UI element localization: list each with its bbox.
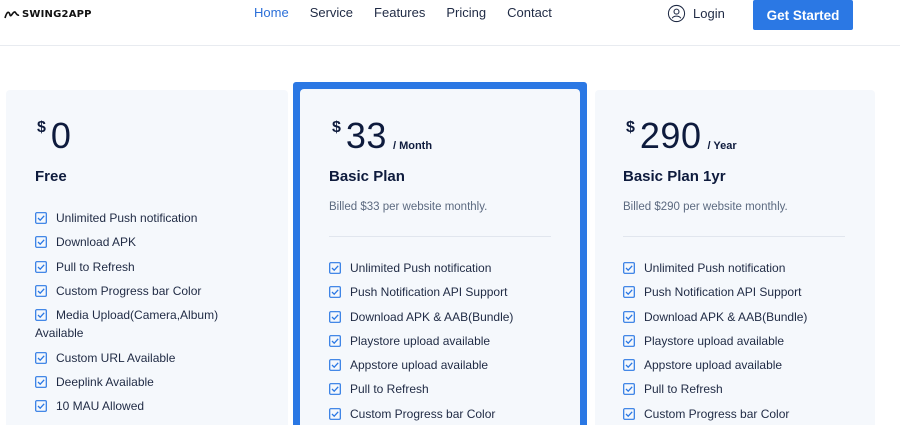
- list-item: Unlimited Push notification: [35, 209, 275, 233]
- list-item: Unlimited Push notification: [623, 259, 863, 283]
- logo-swing-icon: [4, 11, 20, 19]
- list-item: Download APK & AAB(Bundle): [623, 308, 863, 332]
- list-item: Appstore upload available: [329, 356, 569, 380]
- list-item: Appstore upload available: [623, 356, 863, 380]
- list-item: Download APK: [35, 233, 275, 257]
- list-item: Pull to Refresh: [35, 258, 275, 282]
- plan-name-free: Free: [35, 168, 67, 185]
- checkbox-checked-icon: [623, 334, 635, 347]
- price-amount: 0: [50, 115, 72, 156]
- billed-note-basic-1yr: Billed $290 per website monthly.: [623, 201, 788, 213]
- list-item: Media Upload(Camera,Album) Available: [35, 308, 219, 341]
- get-started-button[interactable]: Get Started: [753, 0, 853, 30]
- user-icon: [667, 4, 686, 23]
- list-item: Custom Progress bar Color: [329, 405, 569, 425]
- list-item: Push Notification API Support: [623, 283, 863, 307]
- login-link[interactable]: Login: [667, 4, 725, 23]
- plan-name-basic: Basic Plan: [329, 168, 405, 185]
- list-item: Unlimited Push notification: [329, 259, 569, 283]
- nav-link-home[interactable]: Home: [254, 5, 289, 20]
- divider: [329, 236, 551, 237]
- price-period: / Year: [707, 140, 737, 152]
- nav-link-pricing[interactable]: Pricing: [446, 5, 486, 20]
- list-item: Push Notification API Support: [329, 283, 569, 307]
- login-label: Login: [693, 6, 725, 21]
- list-item: Pull to Refresh: [329, 380, 569, 404]
- price-currency: $: [626, 119, 635, 136]
- feature-list-basic: Unlimited Push notification Push Notific…: [329, 259, 569, 425]
- list-item: Deeplink Available: [35, 373, 275, 397]
- checkbox-checked-icon: [623, 383, 635, 396]
- checkbox-checked-icon: [623, 262, 635, 274]
- checkbox-checked-icon: [329, 262, 341, 274]
- price-period: / Month: [392, 140, 433, 152]
- list-item: Download APK & AAB(Bundle): [329, 308, 569, 332]
- divider: [623, 236, 845, 237]
- price-currency: $: [332, 119, 341, 136]
- checkbox-checked-icon: [35, 400, 47, 413]
- checkbox-checked-icon: [329, 359, 341, 372]
- list-item: Custom Progress bar Color: [35, 282, 275, 306]
- checkbox-checked-icon: [35, 212, 47, 224]
- checkbox-checked-icon: [35, 284, 47, 297]
- nav-link-features[interactable]: Features: [374, 5, 425, 20]
- price-amount: 33: [345, 115, 387, 156]
- checkbox-checked-icon: [623, 286, 635, 299]
- list-item: Playstore upload available: [623, 332, 863, 356]
- checkbox-checked-icon: [623, 310, 635, 323]
- top-navbar: SWING2APP Home Service Features Pricing …: [0, 0, 900, 46]
- checkbox-checked-icon: [35, 376, 47, 388]
- checkbox-checked-icon: [35, 309, 47, 322]
- nav-link-service[interactable]: Service: [310, 5, 353, 20]
- price-free: $ 0: [37, 118, 71, 154]
- checkbox-checked-icon: [35, 236, 47, 249]
- list-item: Playstore upload available: [329, 332, 569, 356]
- checkbox-checked-icon: [329, 310, 341, 323]
- list-item: Custom URL Available: [35, 349, 275, 373]
- checkbox-checked-icon: [329, 383, 341, 396]
- checkbox-checked-icon: [35, 260, 47, 273]
- billed-note-basic: Billed $33 per website monthly.: [329, 201, 488, 213]
- checkbox-checked-icon: [623, 359, 635, 372]
- list-item: Pull to Refresh: [623, 380, 863, 404]
- checkbox-checked-icon: [329, 334, 341, 347]
- list-item: Custom Progress bar Color: [623, 405, 863, 425]
- price-currency: $: [37, 119, 46, 136]
- checkbox-checked-icon: [35, 351, 47, 364]
- checkbox-checked-icon: [329, 286, 341, 299]
- price-amount: 290: [639, 115, 702, 156]
- list-item: 10 MAU Allowed: [35, 397, 275, 421]
- logo-text: SWING2APP: [22, 9, 92, 20]
- plan-name-basic-1yr: Basic Plan 1yr: [623, 168, 726, 185]
- checkbox-checked-icon: [623, 407, 635, 420]
- feature-list-free: Unlimited Push notification Download APK…: [35, 209, 275, 422]
- feature-list-basic-1yr: Unlimited Push notification Push Notific…: [623, 259, 863, 425]
- price-basic: $ 33 / Month: [332, 118, 432, 154]
- nav-links: Home Service Features Pricing Contact: [254, 5, 573, 20]
- price-basic-1yr: $ 290 / Year: [626, 118, 737, 154]
- nav-link-contact[interactable]: Contact: [507, 5, 552, 20]
- checkbox-checked-icon: [329, 407, 341, 420]
- logo[interactable]: SWING2APP: [4, 9, 92, 20]
